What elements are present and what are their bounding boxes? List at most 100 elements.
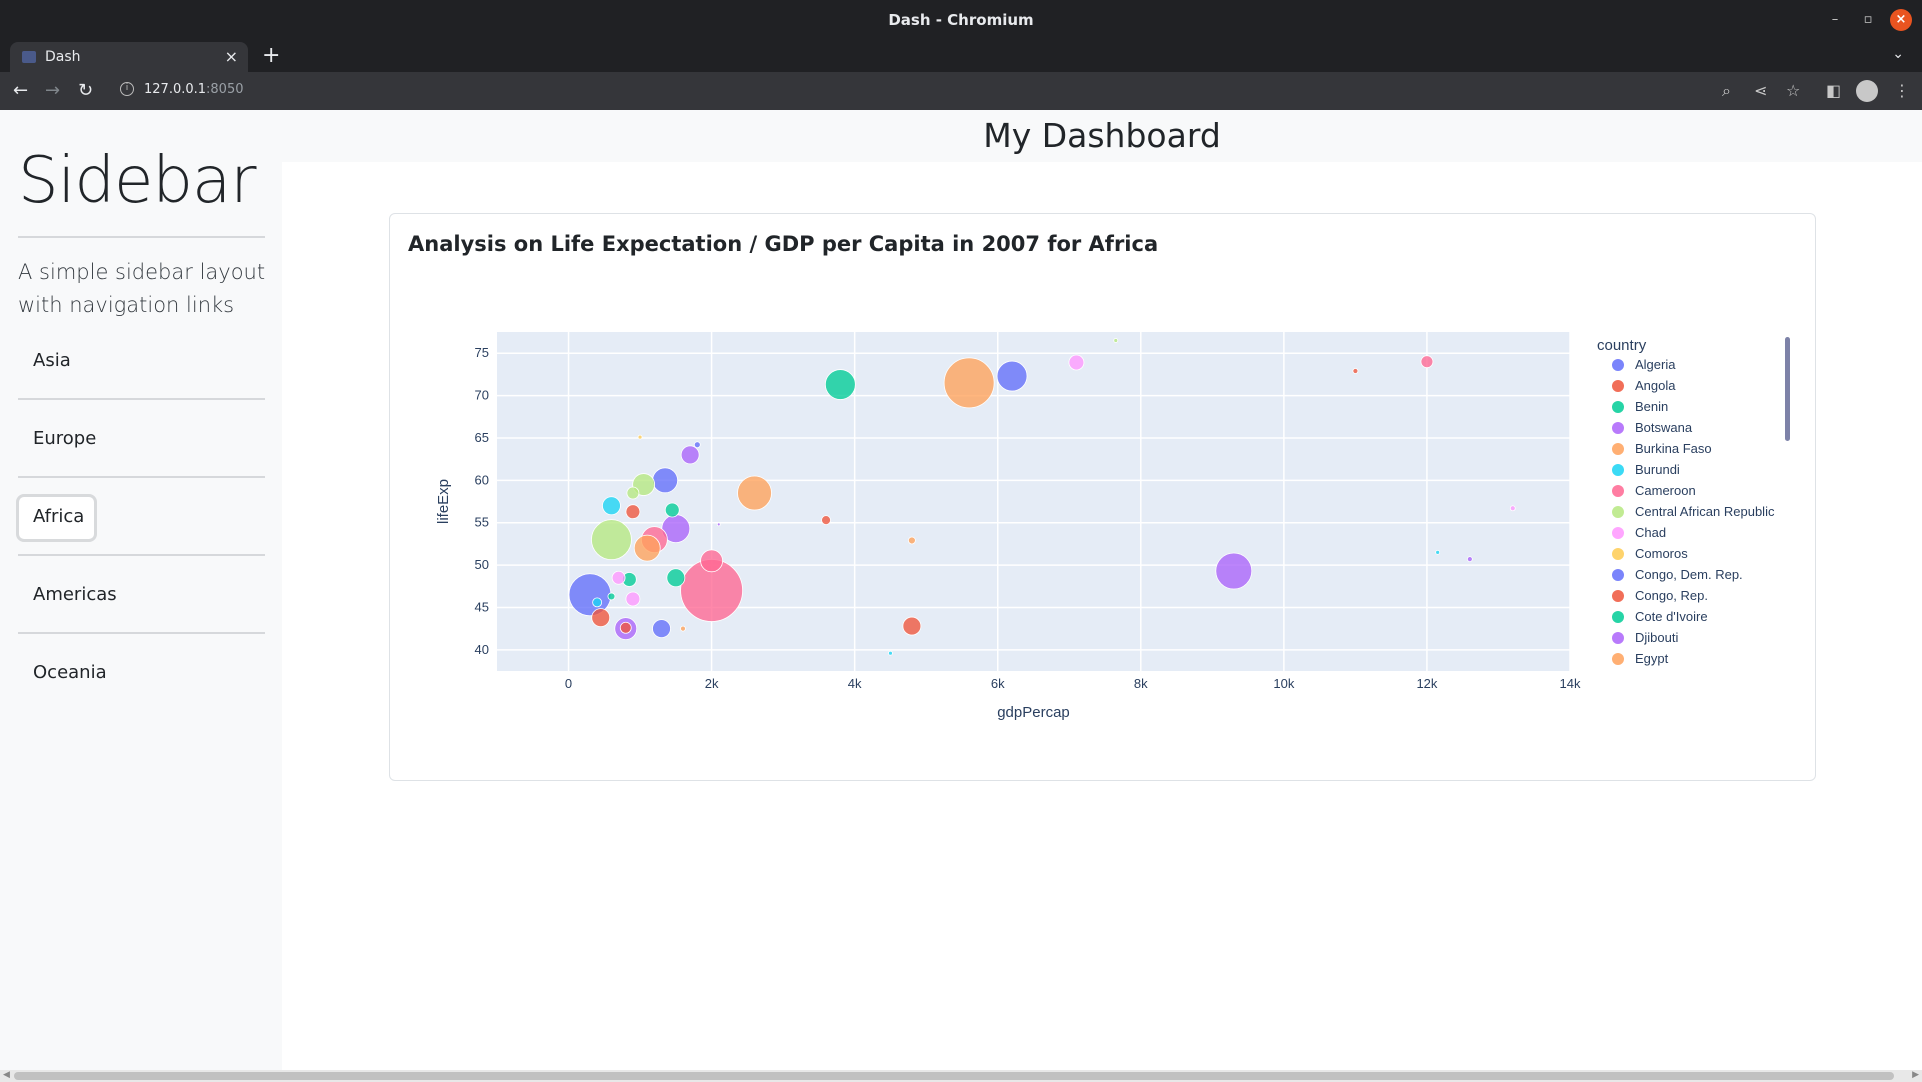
x-tick-label: 0	[565, 676, 572, 691]
legend-item: Angola	[1635, 378, 1676, 393]
nav-link-europe[interactable]: Europe	[33, 428, 96, 449]
legend-marker	[1612, 380, 1624, 392]
scroll-right-icon[interactable]: ▶	[1912, 1070, 1919, 1080]
bubble-point	[652, 619, 671, 639]
zoom-icon[interactable]: ⌕	[1722, 81, 1731, 101]
x-tick-label: 14k	[1560, 676, 1581, 691]
menu-kebab-icon[interactable]: ⋮	[1894, 81, 1910, 100]
nav-link-oceania[interactable]: Oceania	[33, 662, 107, 683]
address-url[interactable]: 127.0.0.1:8050	[144, 82, 244, 97]
x-tick-label: 2k	[705, 676, 719, 691]
scroll-left-icon[interactable]: ◀	[3, 1070, 10, 1080]
dashboard-title: My Dashboard	[282, 110, 1922, 162]
legend-title: country	[1597, 337, 1647, 354]
legend-marker	[1612, 422, 1624, 434]
bubble-point	[607, 592, 616, 601]
nav-link-americas[interactable]: Americas	[33, 584, 117, 605]
legend-marker	[1612, 359, 1624, 371]
maximize-icon[interactable]: ▫	[1857, 9, 1879, 31]
tab-dash[interactable]: Dash ×	[10, 42, 248, 72]
x-tick-label: 8k	[1134, 676, 1148, 691]
profile-avatar-icon[interactable]	[1856, 80, 1878, 102]
bookmark-star-icon[interactable]: ☆	[1786, 81, 1800, 100]
bubble-point	[625, 591, 641, 607]
back-icon[interactable]: ←	[13, 80, 28, 101]
x-tick-label: 6k	[991, 676, 1005, 691]
legend-marker	[1612, 611, 1624, 623]
legend-item: Congo, Rep.	[1635, 588, 1708, 603]
nav-link-africa[interactable]: Africa	[33, 506, 84, 527]
legend-marker	[1612, 401, 1624, 413]
sidebar-lead: A simple sidebar layout with navigation …	[18, 260, 266, 317]
window-titlebar: Dash - Chromium – ▫ ×	[0, 0, 1922, 40]
y-tick-label: 40	[475, 642, 489, 657]
sidebar-divider	[18, 236, 265, 238]
legend-item: Congo, Dem. Rep.	[1635, 567, 1743, 582]
close-window-icon[interactable]: ×	[1890, 9, 1912, 31]
browser-toolbar: ← → ↻ i 127.0.0.1:8050 ⌕ ⋖ ☆ ◧ ⋮	[0, 72, 1922, 110]
legend-marker	[1612, 632, 1624, 644]
share-icon[interactable]: ⋖	[1754, 81, 1767, 100]
bubble-point	[693, 441, 701, 449]
x-tick-label: 10k	[1273, 676, 1294, 691]
nav-link-asia[interactable]: Asia	[33, 350, 71, 371]
bubble-point	[700, 549, 724, 573]
nav-divider	[18, 476, 265, 478]
bubble-point	[591, 608, 611, 628]
window-title: Dash - Chromium	[888, 11, 1034, 29]
legend-marker	[1612, 590, 1624, 602]
bubble-point	[619, 621, 632, 634]
horizontal-scrollbar[interactable]: ◀ ▶	[0, 1070, 1922, 1082]
legend-item: Comoros	[1635, 546, 1688, 561]
side-panel-icon[interactable]: ◧	[1826, 81, 1841, 100]
bubble-point	[737, 475, 772, 511]
bubble-point	[664, 502, 680, 518]
bubble-point	[716, 522, 721, 527]
legend-marker	[1612, 548, 1624, 560]
y-tick-label: 55	[475, 515, 489, 530]
favicon-icon	[22, 51, 36, 63]
address-bar[interactable]: i 127.0.0.1:8050	[108, 76, 1738, 106]
y-tick-label: 75	[475, 345, 489, 360]
legend-marker	[1612, 527, 1624, 539]
y-tick-label: 45	[475, 599, 489, 614]
legend-marker	[1612, 569, 1624, 581]
legend-marker	[1612, 443, 1624, 455]
legend-scrollbar[interactable]	[1785, 337, 1790, 441]
forward-icon[interactable]: →	[45, 80, 60, 101]
bubble-point	[1435, 549, 1441, 555]
bubble-point	[592, 597, 603, 608]
bubble-point	[602, 496, 621, 516]
reload-icon[interactable]: ↻	[78, 80, 93, 101]
bubble-point	[996, 360, 1028, 392]
x-tick-label: 4k	[848, 676, 862, 691]
bubble-point	[637, 434, 643, 440]
bubble-point	[680, 625, 686, 632]
legend-item: Cameroon	[1635, 483, 1696, 498]
bubble-point	[591, 519, 632, 561]
bubble-point	[1113, 338, 1119, 343]
tab-close-icon[interactable]: ×	[225, 47, 238, 66]
sidebar: Sidebar A simple sidebar layout with nav…	[0, 110, 282, 1070]
legend-marker	[1612, 464, 1624, 476]
legend-item: Burundi	[1635, 462, 1680, 477]
site-info-icon[interactable]: i	[120, 82, 134, 96]
bubble-point	[633, 534, 661, 562]
new-tab-icon[interactable]: +	[262, 43, 280, 68]
y-tick-label: 60	[475, 472, 489, 487]
y-tick-label: 50	[475, 557, 489, 572]
tab-search-chevron-icon[interactable]: ⌄	[1892, 46, 1904, 62]
x-tick-label: 12k	[1416, 676, 1437, 691]
bubble-point	[680, 445, 700, 465]
scrollbar-thumb[interactable]	[14, 1072, 1894, 1080]
tab-strip: Dash × + ⌄	[0, 40, 1922, 72]
nav-divider	[18, 398, 265, 400]
legend-marker	[1612, 653, 1624, 665]
minimize-icon[interactable]: –	[1824, 9, 1846, 31]
bubble-point	[888, 650, 893, 656]
bubble-point	[1068, 354, 1085, 371]
bubble-point	[902, 616, 922, 636]
bubble-point	[625, 504, 641, 520]
bubble-chart[interactable]: 0 2k 4k 6k 8k 10k 12k 14k 40 45 50 55 60 65 70 75 gdpPer…	[390, 214, 1815, 780]
legend-item: Cote d'Ivoire	[1635, 609, 1708, 624]
